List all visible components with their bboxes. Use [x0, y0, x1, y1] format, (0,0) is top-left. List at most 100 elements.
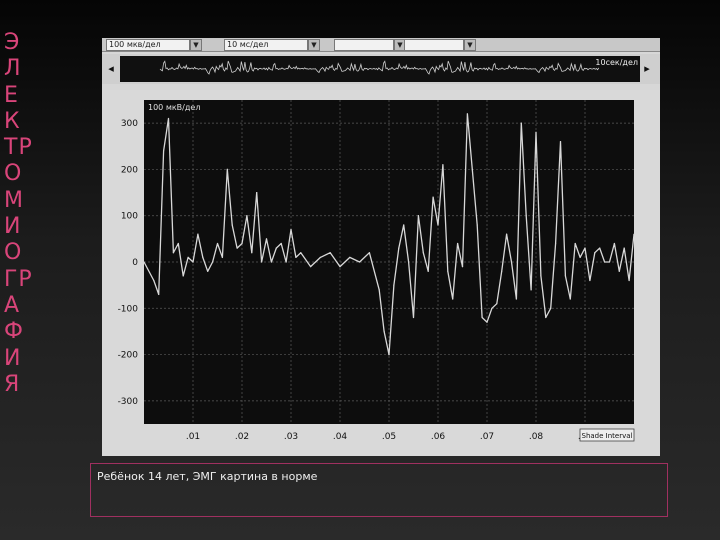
emg-data-point	[604, 261, 606, 263]
emg-data-point	[172, 252, 174, 254]
emg-data-point	[246, 215, 248, 217]
emg-data-point	[403, 224, 405, 226]
y-tick-label: -200	[118, 351, 139, 361]
emg-data-point	[182, 275, 184, 277]
emg-data-point	[471, 168, 473, 170]
emg-data-point	[143, 261, 145, 263]
emg-data-point	[221, 256, 223, 258]
y-tick-label: 0	[132, 258, 138, 268]
emg-data-point	[256, 192, 258, 194]
emg-data-point	[481, 316, 483, 319]
emg-data-point	[398, 247, 400, 249]
emg-data-point	[349, 256, 351, 258]
emg-data-point	[613, 242, 615, 245]
chevron-down-icon[interactable]: ▼	[464, 39, 476, 51]
emg-data-point	[530, 289, 532, 291]
emg-data-point	[275, 247, 277, 249]
emg-data-point	[525, 215, 527, 217]
emg-data-point	[265, 238, 268, 240]
emg-data-point	[192, 261, 194, 263]
filter-high-select[interactable]	[404, 39, 464, 51]
overview-strip: ◂ 10сек/дел ▸	[102, 54, 660, 84]
emg-data-point	[559, 141, 562, 143]
filter-low-select[interactable]	[334, 39, 394, 51]
emg-data-point	[359, 261, 361, 263]
emg-data-point	[584, 247, 586, 249]
emg-data-point	[236, 247, 238, 249]
emg-data-point	[427, 270, 429, 272]
overview-trace[interactable]	[120, 56, 640, 82]
arrow-right-icon[interactable]: ▸	[640, 62, 654, 76]
sensitivity-select[interactable]: 100 мкв/дел	[106, 39, 190, 51]
emg-data-point	[270, 261, 272, 263]
emg-data-point	[241, 242, 243, 245]
caption-box: Ребёнок 14 лет, ЭМГ картина в норме	[90, 463, 668, 517]
emg-data-point	[432, 196, 434, 198]
x-tick-label: .04	[333, 432, 348, 442]
emg-data-point	[378, 289, 380, 291]
emg-data-point	[388, 354, 390, 356]
emg-data-point	[540, 275, 542, 277]
title-letter: ГР	[4, 266, 33, 292]
emg-data-point	[202, 256, 204, 258]
emg-data-point	[422, 252, 424, 254]
overview-scale-label: 10сек/дел	[595, 58, 638, 67]
emg-data-point	[594, 252, 596, 254]
emg-data-point	[496, 303, 498, 305]
title-letter: Л	[4, 56, 22, 82]
sensitivity-label: 100 мкВ/дел	[148, 103, 200, 112]
emg-data-point	[177, 242, 179, 245]
emg-data-point	[457, 242, 459, 245]
y-tick-label: 100	[121, 212, 138, 222]
emg-data-point	[476, 224, 478, 226]
caption-text: Ребёнок 14 лет, ЭМГ картина в норме	[97, 470, 318, 483]
emg-data-point	[207, 270, 209, 272]
sweep-select[interactable]: 10 мс/дел	[224, 39, 308, 51]
toolbar: 100 мкв/дел ▼ 10 мс/дел ▼ ▼ ▼	[102, 38, 660, 52]
y-tick-label: 300	[121, 119, 138, 129]
emg-data-point	[491, 307, 493, 309]
emg-data-point	[295, 256, 297, 258]
x-axis-button-label[interactable]: Shade Interval	[582, 432, 633, 440]
emg-window: 100 мкв/дел ▼ 10 мс/дел ▼ ▼ ▼ ◂ 10сек/де…	[102, 38, 660, 456]
emg-chart: 300 200 100 0 -100 -200 -300 .01 .02 .03 .04 .05 .06…	[102, 90, 660, 456]
emg-data-point	[452, 298, 454, 300]
emg-data-point	[163, 150, 165, 152]
emg-data-point	[589, 279, 591, 282]
emg-data-point	[442, 164, 444, 166]
emg-data-point	[290, 229, 292, 231]
emg-data-point	[579, 256, 581, 258]
title-letter: Я	[4, 371, 21, 397]
emg-data-point	[158, 293, 160, 295]
chevron-down-icon[interactable]: ▼	[190, 39, 202, 51]
emg-data-point	[226, 168, 228, 170]
emg-data-point	[280, 242, 282, 245]
title-letter: ТР	[4, 135, 33, 161]
title-letter: И	[4, 214, 22, 240]
title-letter: Е	[4, 82, 19, 108]
emg-data-point	[486, 321, 488, 323]
emg-data-point	[447, 270, 449, 272]
x-tick-label: .08	[529, 432, 544, 442]
emg-data-point	[515, 298, 517, 300]
x-tick-label: .01	[186, 432, 200, 442]
emg-data-point	[545, 316, 547, 319]
emg-data-point	[339, 266, 341, 268]
emg-data-point	[437, 224, 439, 226]
title-letter: М	[4, 187, 24, 213]
x-axis-button[interactable]: Shade Interval	[579, 428, 635, 442]
x-tick-label: .02	[235, 432, 249, 442]
title-letter: Э	[4, 30, 21, 55]
emg-data-point	[510, 261, 513, 263]
emg-data-point	[368, 252, 370, 254]
emg-data-point	[383, 330, 385, 332]
chevron-down-icon[interactable]: ▼	[308, 39, 320, 51]
emg-data-point	[574, 242, 576, 245]
emg-data-point	[319, 256, 321, 258]
emg-data-point	[633, 233, 635, 235]
emg-data-point	[623, 247, 625, 249]
arrow-left-icon[interactable]: ◂	[104, 62, 118, 76]
emg-data-point	[197, 233, 199, 235]
y-tick-label: -100	[118, 304, 139, 314]
emg-data-point	[466, 113, 468, 115]
